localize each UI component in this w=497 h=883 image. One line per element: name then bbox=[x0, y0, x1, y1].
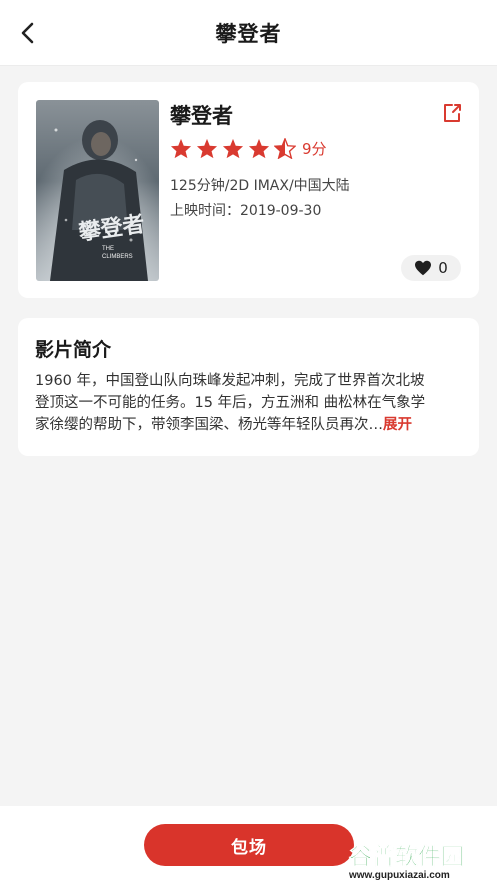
synopsis-title: 影片简介 bbox=[35, 339, 112, 361]
bottom-bar: 包场 bbox=[0, 806, 497, 883]
like-count: 0 bbox=[438, 259, 448, 277]
star-icon bbox=[222, 138, 244, 159]
star-icon bbox=[170, 138, 192, 159]
movie-title: 攀登者 bbox=[170, 104, 233, 128]
star-rating: 9分 bbox=[170, 138, 327, 159]
like-button[interactable]: 0 bbox=[401, 255, 461, 281]
book-screening-button[interactable]: 包场 bbox=[144, 824, 354, 866]
release-date: 上映时间：2019-09-30 bbox=[170, 203, 322, 219]
synopsis-text: 1960 年，中国登山队向珠峰发起冲刺，完成了世界首次北坡 登顶这一不可能的任务… bbox=[35, 370, 465, 436]
share-icon bbox=[444, 104, 461, 122]
rating-score: 9分 bbox=[302, 140, 327, 158]
expand-link[interactable]: 展开 bbox=[383, 417, 412, 433]
movie-meta: 125分钟/2D IMAX/中国大陆 bbox=[170, 178, 350, 194]
nav-bar: 攀登者 bbox=[0, 0, 497, 66]
half-star-icon bbox=[274, 138, 296, 159]
svg-text:THE: THE bbox=[102, 246, 114, 252]
star-icon bbox=[196, 138, 218, 159]
synopsis-line: 1960 年，中国登山队向珠峰发起冲刺，完成了世界首次北坡 bbox=[35, 373, 425, 389]
star-icon bbox=[248, 138, 270, 159]
movie-poster[interactable]: 攀登者 THE CLIMBERS bbox=[36, 100, 159, 281]
synopsis-line: 登顶这一不可能的任务。15 年后，方五洲和 曲松林在气象学 bbox=[35, 395, 426, 411]
share-button[interactable] bbox=[441, 102, 463, 124]
synopsis-line: 家徐缨的帮助下，带领李国梁、杨光等年轻队员再次… bbox=[35, 417, 383, 433]
synopsis-card: 影片简介 1960 年，中国登山队向珠峰发起冲刺，完成了世界首次北坡 登顶这一不… bbox=[18, 318, 479, 456]
heart-icon bbox=[415, 260, 432, 276]
synopsis-line-last: 家徐缨的帮助下，带领李国梁、杨光等年轻队员再次…展开 bbox=[35, 414, 465, 436]
movie-info-card: 攀登者 THE CLIMBERS 攀登者 9分 125分钟/2D IMAX/中国… bbox=[18, 82, 479, 298]
page-title: 攀登者 bbox=[215, 22, 282, 46]
poster-image: 攀登者 THE CLIMBERS bbox=[36, 100, 159, 281]
svg-text:CLIMBERS: CLIMBERS bbox=[102, 254, 133, 260]
